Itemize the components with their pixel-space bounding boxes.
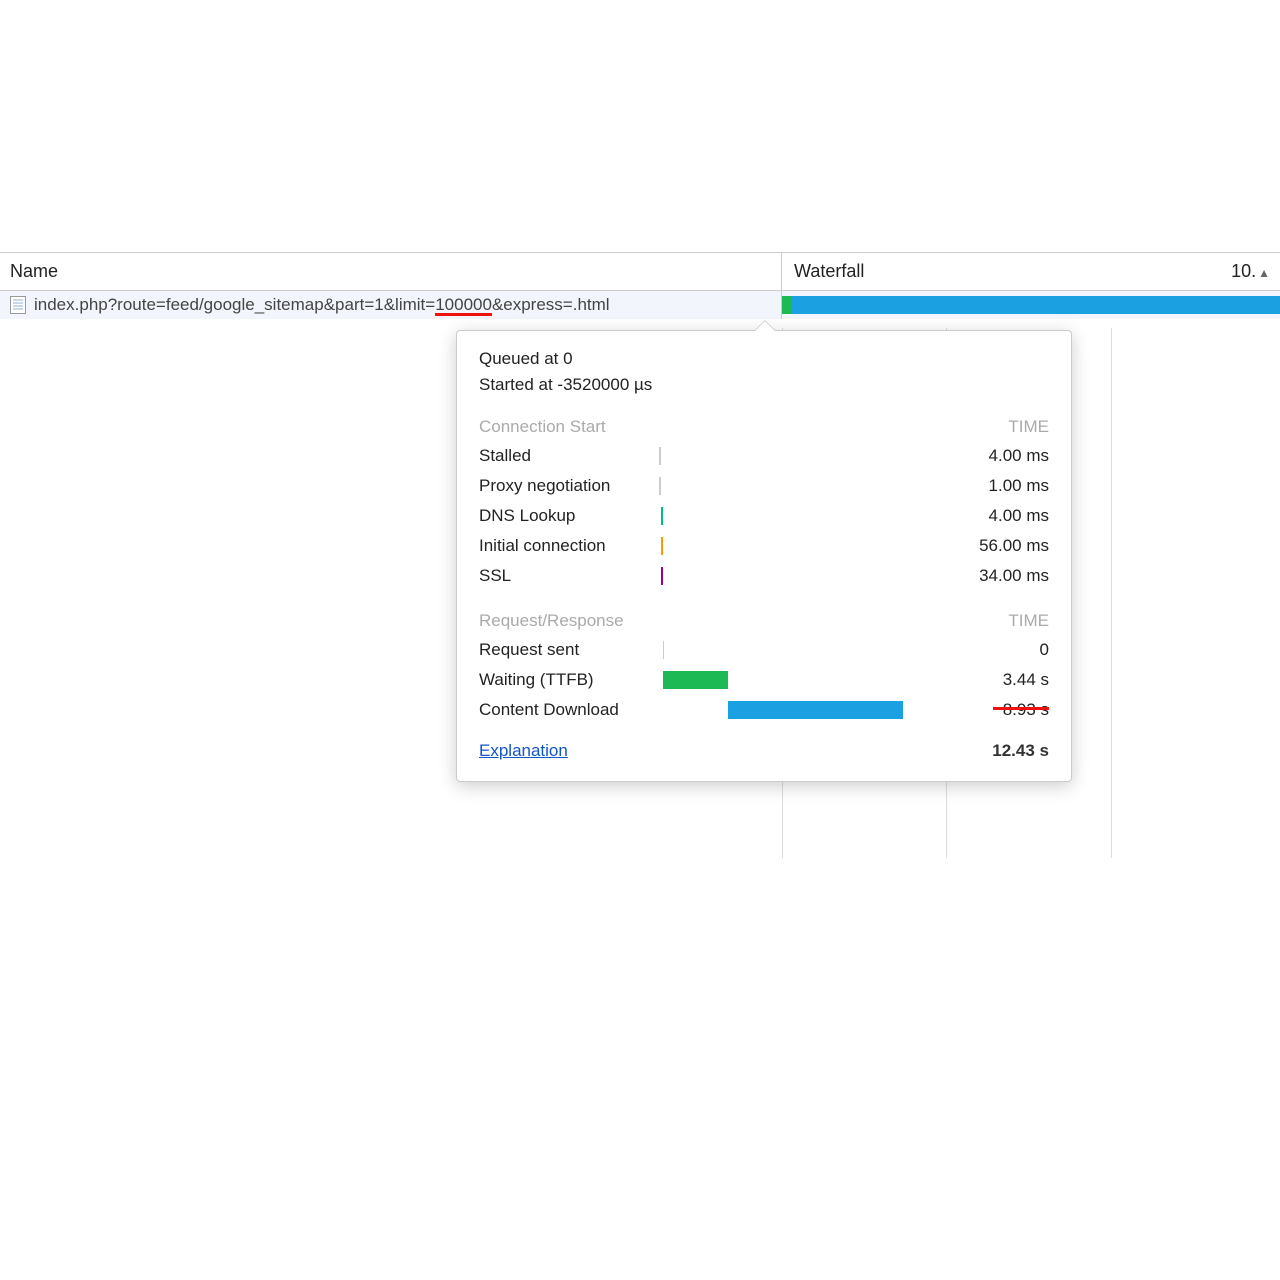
- waterfall-label: Waterfall: [794, 261, 864, 282]
- timing-bar-zone: [659, 447, 919, 465]
- timing-value: 0: [919, 640, 1049, 660]
- time-header: TIME: [1008, 611, 1049, 631]
- timing-row: Stalled 4.00 ms: [479, 443, 1049, 469]
- timing-label: Content Download: [479, 700, 659, 720]
- timing-value: 4.00 ms: [919, 446, 1049, 466]
- waterfall-scale: 10.▲: [1231, 261, 1270, 282]
- timing-label: Proxy negotiation: [479, 476, 659, 496]
- timing-value: 34.00 ms: [919, 566, 1049, 586]
- timing-tooltip: Queued at 0 Started at -3520000 µs Conne…: [456, 330, 1072, 782]
- timing-value: 4.00 ms: [919, 506, 1049, 526]
- timing-value: 3.44 s: [919, 670, 1049, 690]
- queued-label: Queued at 0: [479, 349, 1049, 369]
- timing-bar-zone: [659, 567, 919, 585]
- timing-bar: [661, 507, 663, 525]
- sort-arrow-icon: ▲: [1258, 266, 1270, 280]
- started-label: Started at -3520000 µs: [479, 375, 1049, 395]
- timing-bar: [728, 701, 903, 719]
- annotation-underline: [993, 707, 1049, 710]
- timing-bar: [661, 537, 663, 555]
- timing-section: Connection Start TIME Stalled 4.00 ms Proxy …: [479, 413, 1049, 589]
- timing-value: 1.00 ms: [919, 476, 1049, 496]
- download-segment: [792, 296, 1280, 314]
- timing-bar: [663, 671, 728, 689]
- timing-bar-zone: [659, 641, 919, 659]
- time-header: TIME: [1008, 417, 1049, 437]
- timing-label: SSL: [479, 566, 659, 586]
- ttfb-segment: [782, 296, 792, 314]
- table-header: Name Waterfall 10.▲: [0, 253, 1280, 291]
- timing-row: Initial connection 56.00 ms: [479, 533, 1049, 559]
- annotation-underline: [435, 313, 492, 316]
- timing-bar: [661, 567, 663, 585]
- request-url: index.php?route=feed/google_sitemap&part…: [34, 295, 610, 315]
- section-title: Request/Response: [479, 611, 624, 631]
- timing-row: SSL 34.00 ms: [479, 563, 1049, 589]
- timing-bar-zone: [659, 671, 919, 689]
- request-row[interactable]: index.php?route=feed/google_sitemap&part…: [0, 291, 1280, 319]
- timing-row: Content Download 8.93 s: [479, 697, 1049, 723]
- timing-label: Request sent: [479, 640, 659, 660]
- column-header-name[interactable]: Name: [0, 253, 782, 290]
- timing-label: DNS Lookup: [479, 506, 659, 526]
- timing-value: 8.93 s: [919, 700, 1049, 720]
- timing-section: Request/Response TIME Request sent 0 Waiting…: [479, 607, 1049, 723]
- timing-label: Stalled: [479, 446, 659, 466]
- timing-row: Proxy negotiation 1.00 ms: [479, 473, 1049, 499]
- document-icon: [10, 296, 26, 314]
- timing-bar-zone: [659, 701, 919, 719]
- timing-label: Initial connection: [479, 536, 659, 556]
- timing-label: Waiting (TTFB): [479, 670, 659, 690]
- timing-row: Request sent 0: [479, 637, 1049, 663]
- timing-bar-zone: [659, 477, 919, 495]
- timing-row: Waiting (TTFB) 3.44 s: [479, 667, 1049, 693]
- column-header-waterfall[interactable]: Waterfall 10.▲: [782, 253, 1280, 290]
- explanation-link[interactable]: Explanation: [479, 741, 568, 761]
- total-time: 12.43 s: [992, 741, 1049, 761]
- timing-value: 56.00 ms: [919, 536, 1049, 556]
- timing-bar: [659, 477, 661, 495]
- timing-bar: [659, 447, 661, 465]
- section-title: Connection Start: [479, 417, 606, 437]
- timing-bar: [663, 641, 664, 659]
- waterfall-bar: [782, 291, 1280, 319]
- timing-bar-zone: [659, 507, 919, 525]
- network-panel: Name Waterfall 10.▲ index.php?route=feed…: [0, 252, 1280, 319]
- timing-bar-zone: [659, 537, 919, 555]
- timing-row: DNS Lookup 4.00 ms: [479, 503, 1049, 529]
